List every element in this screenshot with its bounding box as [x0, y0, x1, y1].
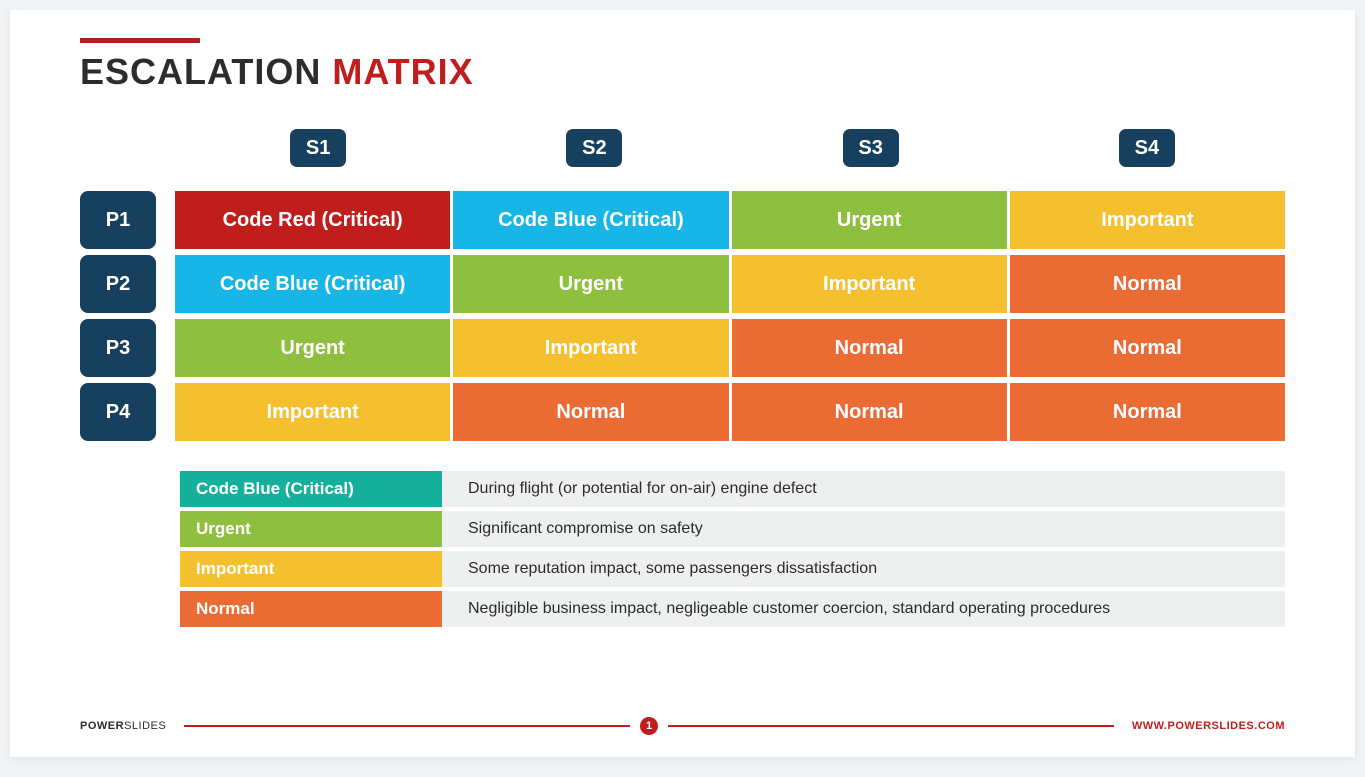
matrix-row: P4ImportantNormalNormalNormal: [80, 383, 1285, 441]
matrix-cell: Important: [453, 319, 728, 377]
col-header-s4: S4: [1119, 129, 1175, 167]
footer-brand-bold: POWER: [80, 720, 124, 732]
col-header-wrap: S4: [1009, 119, 1285, 177]
slide-content: ESCALATION MATRIX S1 S2 S3 S4 P1 Code Red…: [80, 38, 1285, 717]
footer-page-number: 1: [640, 717, 658, 735]
legend-row: UrgentSignificant compromise on safety: [180, 511, 1285, 547]
matrix-row-cells: Code Blue (Critical)UrgentImportantNorma…: [175, 255, 1285, 313]
matrix-row: P2 Code Blue (Critical)UrgentImportantNor…: [80, 255, 1285, 313]
matrix-row-cells: UrgentImportantNormalNormal: [175, 319, 1285, 377]
matrix-cell: Normal: [1010, 255, 1285, 313]
legend-row: NormalNegligible business impact, neglig…: [180, 591, 1285, 627]
title-word-1: ESCALATION: [80, 51, 332, 92]
legend-description: Significant compromise on safety: [442, 511, 1285, 547]
col-header-s3: S3: [843, 129, 899, 167]
row-header-p1: P1: [80, 191, 156, 249]
title-word-2: MATRIX: [332, 51, 473, 92]
legend-row: Code Blue (Critical)During flight (or po…: [180, 471, 1285, 507]
matrix-cell: Important: [175, 383, 450, 441]
footer-brand: POWERSLIDES: [80, 720, 166, 732]
col-header-s2: S2: [566, 129, 622, 167]
matrix-cell: Normal: [732, 383, 1007, 441]
col-header-wrap: S3: [733, 119, 1009, 177]
legend: Code Blue (Critical)During flight (or po…: [180, 471, 1285, 627]
slide-frame: ESCALATION MATRIX S1 S2 S3 S4 P1 Code Red…: [10, 10, 1355, 757]
legend-description: Negligible business impact, negligeable …: [442, 591, 1285, 627]
legend-description: During flight (or potential for on-air) …: [442, 471, 1285, 507]
footer-brand-rest: SLIDES: [124, 720, 166, 732]
title-accent-bar: [80, 38, 200, 43]
footer: POWERSLIDES 1 WWW.POWERSLIDES.COM: [80, 717, 1285, 735]
footer-line-left: [184, 725, 630, 727]
row-header-p2: P2: [80, 255, 156, 313]
row-header-p3: P3: [80, 319, 156, 377]
legend-badge: Urgent: [180, 511, 442, 547]
matrix-row: P1 Code Red (Critical)Code Blue (Critical…: [80, 191, 1285, 249]
footer-url: WWW.POWERSLIDES.COM: [1132, 720, 1285, 732]
legend-badge: Important: [180, 551, 442, 587]
legend-row: ImportantSome reputation impact, some pa…: [180, 551, 1285, 587]
slide-title: ESCALATION MATRIX: [80, 51, 1285, 93]
row-header-p4: P4: [80, 383, 156, 441]
matrix-cell: Normal: [1010, 319, 1285, 377]
matrix-cell: Important: [732, 255, 1007, 313]
matrix-cell: Normal: [1010, 383, 1285, 441]
legend-badge: Code Blue (Critical): [180, 471, 442, 507]
footer-line-right: [668, 725, 1114, 727]
matrix-cell: Code Blue (Critical): [453, 191, 728, 249]
matrix: S1 S2 S3 S4 P1Code Red (Critical)Code Bl…: [80, 119, 1285, 441]
matrix-row-cells: Code Red (Critical)Code Blue (Critical)U…: [175, 191, 1285, 249]
col-header-wrap: S1: [180, 119, 456, 177]
legend-badge: Normal: [180, 591, 442, 627]
col-header-wrap: S2: [456, 119, 732, 177]
matrix-cell: Urgent: [175, 319, 450, 377]
matrix-cell: Urgent: [453, 255, 728, 313]
matrix-column-headers: S1 S2 S3 S4: [180, 119, 1285, 177]
matrix-rows: P1Code Red (Critical)Code Blue (Critical…: [80, 191, 1285, 441]
matrix-cell: Code Blue (Critical): [175, 255, 450, 313]
matrix-cell: Normal: [732, 319, 1007, 377]
col-header-s1: S1: [290, 129, 346, 167]
matrix-cell: Important: [1010, 191, 1285, 249]
matrix-row-cells: ImportantNormalNormalNormal: [175, 383, 1285, 441]
matrix-cell: Normal: [453, 383, 728, 441]
matrix-row: P3UrgentImportantNormalNormal: [80, 319, 1285, 377]
legend-description: Some reputation impact, some passengers …: [442, 551, 1285, 587]
matrix-cell: Urgent: [732, 191, 1007, 249]
matrix-cell: Code Red (Critical): [175, 191, 450, 249]
